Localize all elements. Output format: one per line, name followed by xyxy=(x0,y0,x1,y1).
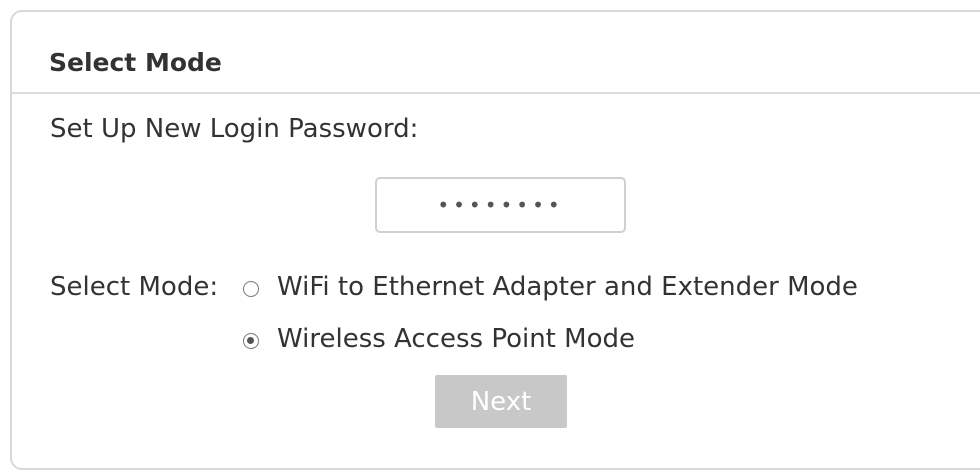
panel-title: Select Mode xyxy=(49,48,222,77)
login-password-input[interactable] xyxy=(375,177,626,233)
login-password-label: Set Up New Login Password: xyxy=(50,114,419,144)
radio-option-label: Wireless Access Point Mode xyxy=(277,324,635,354)
next-button[interactable]: Next xyxy=(435,375,567,428)
radio-unchecked-icon[interactable] xyxy=(243,281,259,297)
radio-option-wireless-access-point[interactable]: Wireless Access Point Mode xyxy=(243,324,635,354)
radio-option-wifi-to-ethernet[interactable]: WiFi to Ethernet Adapter and Extender Mo… xyxy=(243,272,858,302)
radio-option-label: WiFi to Ethernet Adapter and Extender Mo… xyxy=(277,272,858,302)
radio-checked-icon[interactable] xyxy=(243,333,259,349)
panel-header: Select Mode xyxy=(12,12,980,94)
select-mode-label: Select Mode: xyxy=(50,272,219,302)
